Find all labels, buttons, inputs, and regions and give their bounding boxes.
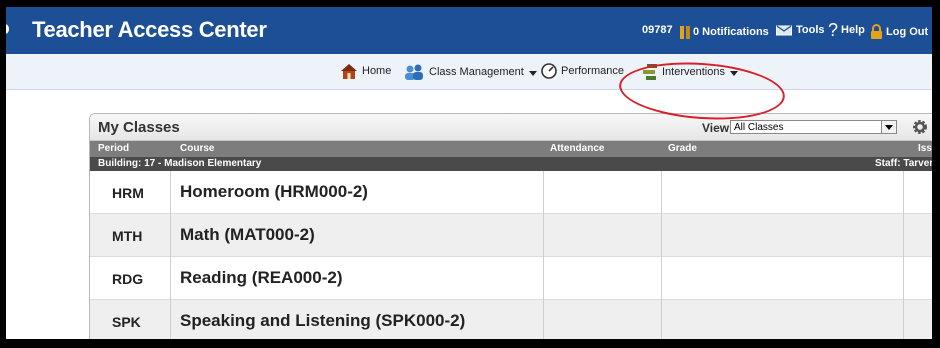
- course-cell[interactable]: Speaking and Listening (SPK000-2): [180, 311, 465, 331]
- period-cell: RDG: [112, 271, 144, 287]
- column-divider: [543, 171, 544, 339]
- course-cell[interactable]: Reading (REA000-2): [180, 268, 342, 288]
- tools-envelope-icon: [776, 25, 792, 36]
- notifications-label: 0 Notifications: [693, 26, 769, 38]
- staff-id: 09787: [642, 24, 673, 36]
- help-label: Help: [841, 24, 865, 36]
- period-cell: MTH: [112, 228, 143, 244]
- tools-label: Tools: [796, 24, 825, 36]
- logout-link[interactable]: Log Out: [870, 24, 928, 39]
- notifications-link[interactable]: 0 Notifications: [679, 24, 769, 40]
- column-divider: [661, 171, 662, 339]
- period-cell: HRM: [112, 185, 144, 201]
- column-headers: Period Course Attendance Grade Issu: [90, 141, 932, 157]
- table-row[interactable]: MTH Math (MAT000-2): [90, 214, 932, 257]
- app-window: Teacher Access Center 09787 0 Notificati…: [6, 7, 932, 339]
- tools-link[interactable]: Tools: [776, 24, 825, 36]
- course-cell[interactable]: Math (MAT000-2): [180, 225, 315, 245]
- staff-label: Staff: Tarver: [875, 158, 932, 169]
- class-management-users-icon: [405, 64, 423, 80]
- home-icon: [341, 64, 357, 79]
- panel-title: My Classes: [98, 119, 180, 136]
- col-period[interactable]: Period: [98, 143, 129, 154]
- view-label: View: [702, 121, 730, 135]
- nav-home-label: Home: [362, 65, 392, 77]
- view-select-value: All Classes: [734, 122, 784, 133]
- nav-performance[interactable]: Performance: [541, 63, 624, 79]
- col-grade[interactable]: Grade: [668, 143, 697, 154]
- chevron-down-icon: [528, 70, 537, 76]
- table-row[interactable]: RDG Reading (REA000-2): [90, 257, 932, 300]
- col-attendance[interactable]: Attendance: [550, 143, 604, 154]
- lock-icon: [871, 24, 882, 39]
- nav-performance-label: Performance: [561, 65, 624, 77]
- my-classes-panel: My Classes View All Classes Period Cours…: [89, 113, 932, 339]
- nav-class-management-label: Class Management: [429, 66, 524, 78]
- help-link[interactable]: ? Help: [828, 20, 865, 40]
- building-label: Building: 17 - Madison Elementary: [98, 158, 262, 169]
- help-question-icon: ?: [828, 20, 839, 40]
- notification-bell-icon: [680, 26, 690, 39]
- column-divider: [170, 171, 171, 339]
- nav-class-management[interactable]: Class Management: [403, 63, 537, 81]
- building-row: Building: 17 - Madison Elementary Staff:…: [90, 157, 932, 171]
- logout-label: Log Out: [886, 25, 929, 38]
- performance-gauge-icon: [541, 63, 557, 79]
- app-title: Teacher Access Center: [32, 17, 267, 42]
- gear-icon[interactable]: [912, 119, 928, 135]
- course-cell[interactable]: Homeroom (HRM000-2): [180, 182, 368, 202]
- table-row[interactable]: SPK Speaking and Listening (SPK000-2): [90, 300, 932, 339]
- col-issues[interactable]: Issu: [918, 143, 932, 154]
- view-select[interactable]: All Classes: [730, 120, 897, 134]
- column-divider: [903, 171, 904, 339]
- col-course[interactable]: Course: [180, 143, 214, 154]
- top-header: Teacher Access Center 09787 0 Notificati…: [6, 7, 932, 54]
- nav-home[interactable]: Home: [340, 63, 391, 79]
- table-row[interactable]: HRM Homeroom (HRM000-2): [90, 171, 932, 214]
- panel-header: My Classes View All Classes: [90, 114, 932, 141]
- logo-icon: [6, 24, 9, 34]
- chevron-down-icon[interactable]: [881, 121, 896, 133]
- period-cell: SPK: [112, 314, 141, 330]
- main-nav: Home Class Management Performance Interv…: [6, 54, 932, 90]
